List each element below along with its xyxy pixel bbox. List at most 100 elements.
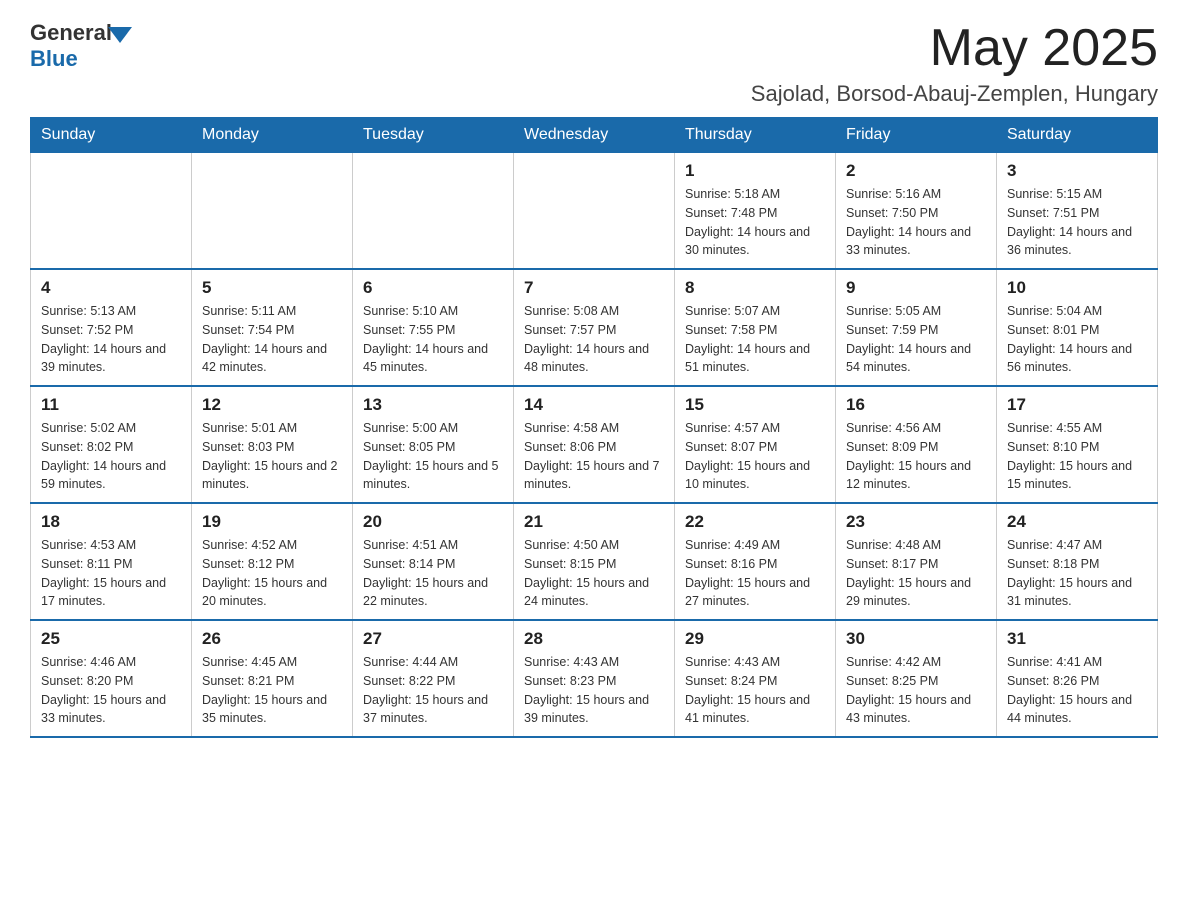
day-info: Sunrise: 4:43 AM Sunset: 8:24 PM Dayligh… xyxy=(685,653,825,728)
calendar-cell: 12 Sunrise: 5:01 AM Sunset: 8:03 PM Dayli… xyxy=(192,386,353,503)
header-monday: Monday xyxy=(192,118,353,153)
day-info: Sunrise: 5:07 AM Sunset: 7:58 PM Dayligh… xyxy=(685,302,825,377)
calendar-cell: 3 Sunrise: 5:15 AM Sunset: 7:51 PM Daylig… xyxy=(997,153,1158,270)
day-number: 5 xyxy=(202,278,342,298)
day-number: 4 xyxy=(41,278,181,298)
day-number: 29 xyxy=(685,629,825,649)
calendar-week-4: 18 Sunrise: 4:53 AM Sunset: 8:11 PM Dayli… xyxy=(31,503,1158,620)
calendar-cell: 13 Sunrise: 5:00 AM Sunset: 8:05 PM Dayli… xyxy=(353,386,514,503)
day-number: 22 xyxy=(685,512,825,532)
day-info: Sunrise: 5:10 AM Sunset: 7:55 PM Dayligh… xyxy=(363,302,503,377)
logo-triangle-icon xyxy=(108,27,132,43)
day-number: 6 xyxy=(363,278,503,298)
calendar-cell: 28 Sunrise: 4:43 AM Sunset: 8:23 PM Dayli… xyxy=(514,620,675,737)
day-info: Sunrise: 4:45 AM Sunset: 8:21 PM Dayligh… xyxy=(202,653,342,728)
day-info: Sunrise: 4:53 AM Sunset: 8:11 PM Dayligh… xyxy=(41,536,181,611)
day-number: 15 xyxy=(685,395,825,415)
day-number: 12 xyxy=(202,395,342,415)
calendar-cell: 26 Sunrise: 4:45 AM Sunset: 8:21 PM Dayli… xyxy=(192,620,353,737)
day-info: Sunrise: 4:52 AM Sunset: 8:12 PM Dayligh… xyxy=(202,536,342,611)
location-title: Sajolad, Borsod-Abauj-Zemplen, Hungary xyxy=(751,81,1158,107)
calendar-cell: 6 Sunrise: 5:10 AM Sunset: 7:55 PM Daylig… xyxy=(353,269,514,386)
day-number: 27 xyxy=(363,629,503,649)
day-number: 21 xyxy=(524,512,664,532)
calendar-cell: 27Sunrise: 4:44 AM Sunset: 8:22 PM Dayli… xyxy=(353,620,514,737)
calendar-cell: 8 Sunrise: 5:07 AM Sunset: 7:58 PM Daylig… xyxy=(675,269,836,386)
calendar-cell xyxy=(353,153,514,270)
day-info: Sunrise: 5:00 AM Sunset: 8:05 PM Dayligh… xyxy=(363,419,503,494)
calendar-cell: 5 Sunrise: 5:11 AM Sunset: 7:54 PM Daylig… xyxy=(192,269,353,386)
day-info: Sunrise: 5:16 AM Sunset: 7:50 PM Dayligh… xyxy=(846,185,986,260)
day-number: 16 xyxy=(846,395,986,415)
day-info: Sunrise: 5:02 AM Sunset: 8:02 PM Dayligh… xyxy=(41,419,181,494)
day-number: 26 xyxy=(202,629,342,649)
day-number: 14 xyxy=(524,395,664,415)
calendar-week-1: 1 Sunrise: 5:18 AM Sunset: 7:48 PM Daylig… xyxy=(31,153,1158,270)
header-sunday: Sunday xyxy=(31,118,192,153)
month-title: May 2025 xyxy=(751,20,1158,77)
day-number: 9 xyxy=(846,278,986,298)
calendar-cell: 21 Sunrise: 4:50 AM Sunset: 8:15 PM Dayli… xyxy=(514,503,675,620)
day-number: 1 xyxy=(685,161,825,181)
header-tuesday: Tuesday xyxy=(353,118,514,153)
day-info: Sunrise: 4:46 AM Sunset: 8:20 PM Dayligh… xyxy=(41,653,181,728)
day-number: 11 xyxy=(41,395,181,415)
calendar-cell: 10 Sunrise: 5:04 AM Sunset: 8:01 PM Dayli… xyxy=(997,269,1158,386)
day-number: 28 xyxy=(524,629,664,649)
day-number: 31 xyxy=(1007,629,1147,649)
day-info: Sunrise: 4:50 AM Sunset: 8:15 PM Dayligh… xyxy=(524,536,664,611)
calendar-cell: 22 Sunrise: 4:49 AM Sunset: 8:16 PM Dayli… xyxy=(675,503,836,620)
day-info: Sunrise: 4:49 AM Sunset: 8:16 PM Dayligh… xyxy=(685,536,825,611)
calendar-table: SundayMondayTuesdayWednesdayThursdayFrid… xyxy=(30,117,1158,738)
day-info: Sunrise: 5:15 AM Sunset: 7:51 PM Dayligh… xyxy=(1007,185,1147,260)
calendar-cell: 29 Sunrise: 4:43 AM Sunset: 8:24 PM Dayli… xyxy=(675,620,836,737)
day-info: Sunrise: 4:43 AM Sunset: 8:23 PM Dayligh… xyxy=(524,653,664,728)
calendar-week-5: 25Sunrise: 4:46 AM Sunset: 8:20 PM Dayli… xyxy=(31,620,1158,737)
day-info: Sunrise: 4:41 AM Sunset: 8:26 PM Dayligh… xyxy=(1007,653,1147,728)
day-info: Sunrise: 5:18 AM Sunset: 7:48 PM Dayligh… xyxy=(685,185,825,260)
day-number: 17 xyxy=(1007,395,1147,415)
logo-general: General xyxy=(30,20,112,46)
page-header: General Blue May 2025 Sajolad, Borsod-Ab… xyxy=(30,20,1158,107)
calendar-cell: 23Sunrise: 4:48 AM Sunset: 8:17 PM Dayli… xyxy=(836,503,997,620)
header-thursday: Thursday xyxy=(675,118,836,153)
day-info: Sunrise: 5:11 AM Sunset: 7:54 PM Dayligh… xyxy=(202,302,342,377)
calendar-cell: 20 Sunrise: 4:51 AM Sunset: 8:14 PM Dayli… xyxy=(353,503,514,620)
calendar-cell: 14Sunrise: 4:58 AM Sunset: 8:06 PM Dayli… xyxy=(514,386,675,503)
calendar-cell xyxy=(514,153,675,270)
logo: General Blue xyxy=(30,20,132,72)
title-section: May 2025 Sajolad, Borsod-Abauj-Zemplen, … xyxy=(751,20,1158,107)
calendar-cell: 11 Sunrise: 5:02 AM Sunset: 8:02 PM Dayli… xyxy=(31,386,192,503)
day-number: 8 xyxy=(685,278,825,298)
day-info: Sunrise: 5:13 AM Sunset: 7:52 PM Dayligh… xyxy=(41,302,181,377)
day-info: Sunrise: 4:57 AM Sunset: 8:07 PM Dayligh… xyxy=(685,419,825,494)
calendar-cell: 4 Sunrise: 5:13 AM Sunset: 7:52 PM Daylig… xyxy=(31,269,192,386)
calendar-cell: 16Sunrise: 4:56 AM Sunset: 8:09 PM Dayli… xyxy=(836,386,997,503)
calendar-header-row: SundayMondayTuesdayWednesdayThursdayFrid… xyxy=(31,118,1158,153)
day-number: 7 xyxy=(524,278,664,298)
calendar-cell: 24Sunrise: 4:47 AM Sunset: 8:18 PM Dayli… xyxy=(997,503,1158,620)
day-info: Sunrise: 5:08 AM Sunset: 7:57 PM Dayligh… xyxy=(524,302,664,377)
calendar-cell: 30Sunrise: 4:42 AM Sunset: 8:25 PM Dayli… xyxy=(836,620,997,737)
calendar-week-3: 11 Sunrise: 5:02 AM Sunset: 8:02 PM Dayli… xyxy=(31,386,1158,503)
day-number: 20 xyxy=(363,512,503,532)
day-number: 23 xyxy=(846,512,986,532)
calendar-cell: 1 Sunrise: 5:18 AM Sunset: 7:48 PM Daylig… xyxy=(675,153,836,270)
calendar-cell: 9 Sunrise: 5:05 AM Sunset: 7:59 PM Daylig… xyxy=(836,269,997,386)
day-info: Sunrise: 5:01 AM Sunset: 8:03 PM Dayligh… xyxy=(202,419,342,494)
day-number: 3 xyxy=(1007,161,1147,181)
logo-blue: Blue xyxy=(30,46,78,72)
day-info: Sunrise: 5:05 AM Sunset: 7:59 PM Dayligh… xyxy=(846,302,986,377)
day-number: 10 xyxy=(1007,278,1147,298)
calendar-cell xyxy=(31,153,192,270)
header-saturday: Saturday xyxy=(997,118,1158,153)
day-info: Sunrise: 4:51 AM Sunset: 8:14 PM Dayligh… xyxy=(363,536,503,611)
calendar-cell xyxy=(192,153,353,270)
day-info: Sunrise: 5:04 AM Sunset: 8:01 PM Dayligh… xyxy=(1007,302,1147,377)
calendar-cell: 31 Sunrise: 4:41 AM Sunset: 8:26 PM Dayli… xyxy=(997,620,1158,737)
day-number: 13 xyxy=(363,395,503,415)
calendar-week-2: 4 Sunrise: 5:13 AM Sunset: 7:52 PM Daylig… xyxy=(31,269,1158,386)
calendar-cell: 17 Sunrise: 4:55 AM Sunset: 8:10 PM Dayli… xyxy=(997,386,1158,503)
day-number: 18 xyxy=(41,512,181,532)
day-info: Sunrise: 4:55 AM Sunset: 8:10 PM Dayligh… xyxy=(1007,419,1147,494)
